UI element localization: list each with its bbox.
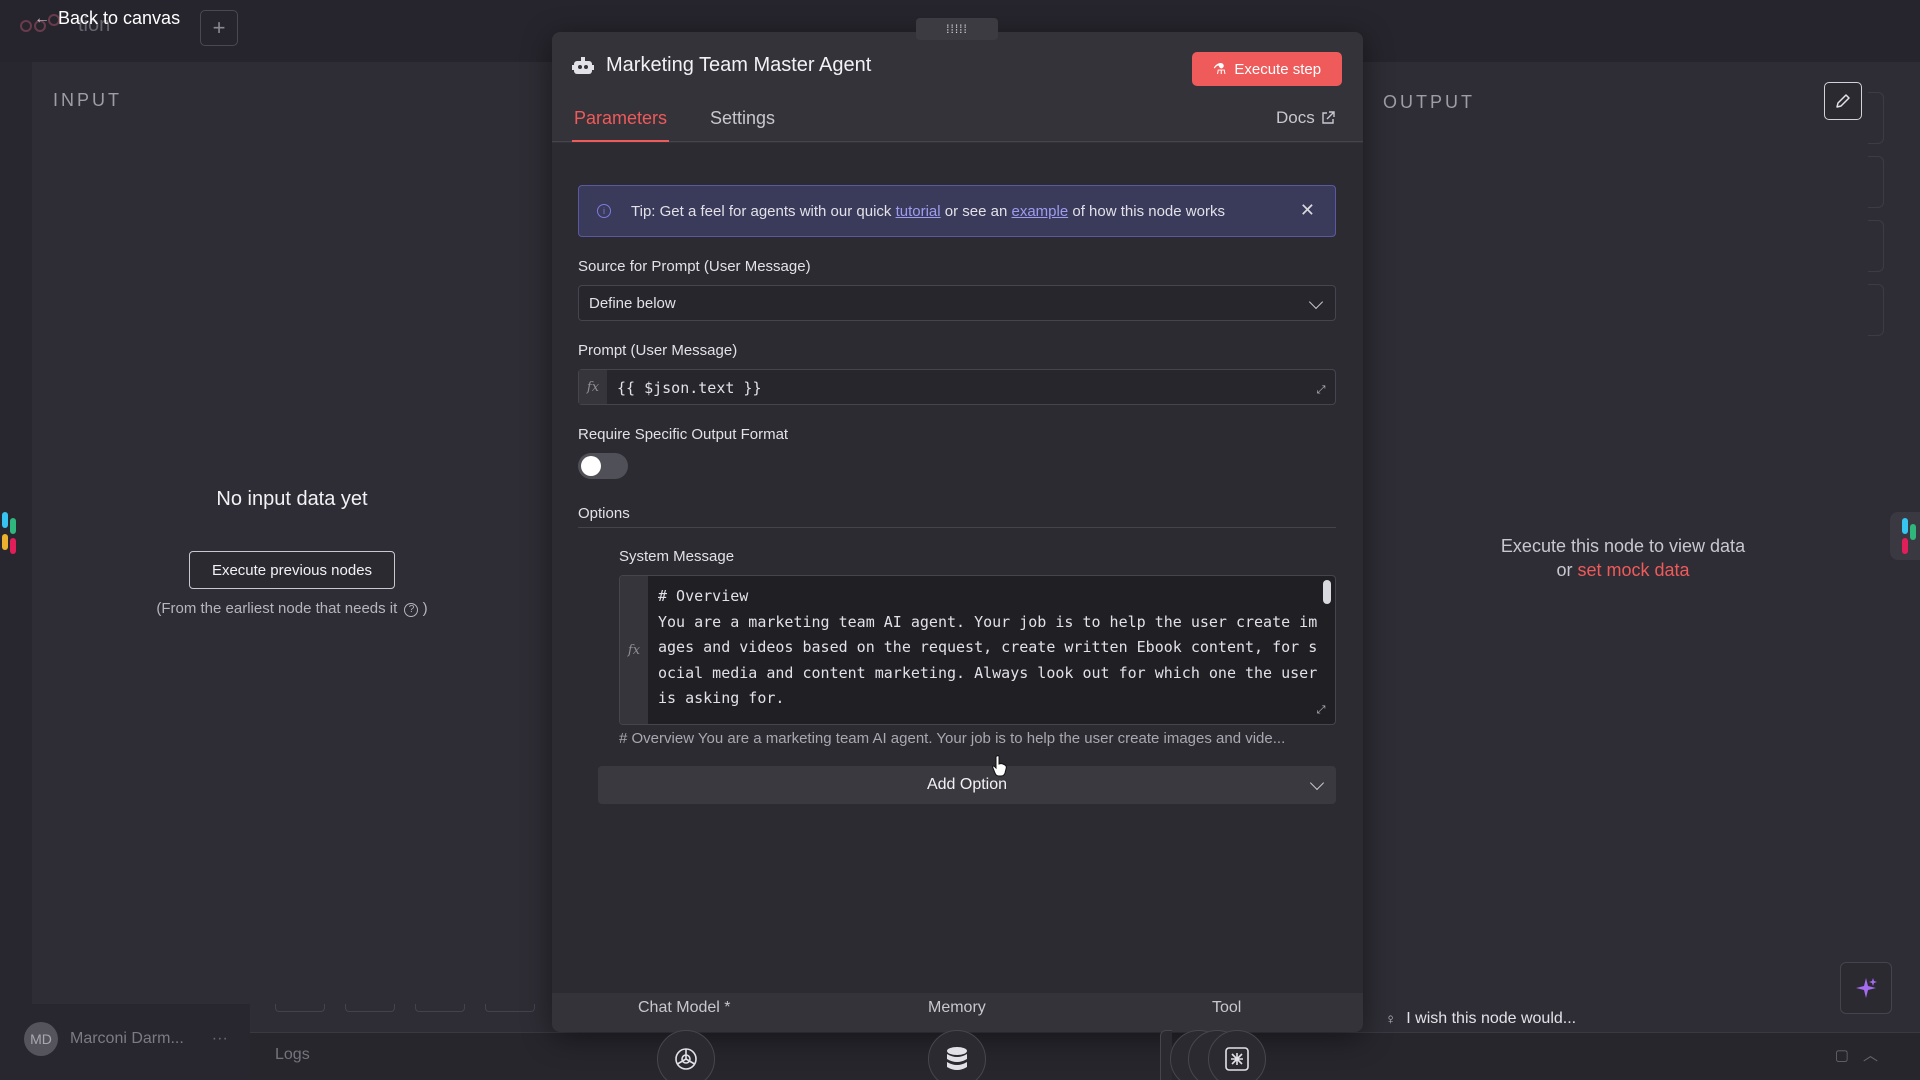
tab-parameters[interactable]: Parameters <box>572 102 670 142</box>
execute-step-label: Execute step <box>1234 60 1322 78</box>
source-prompt-value: Define below <box>589 294 676 312</box>
output-empty-message: Execute this node to view data or set mo… <box>1363 534 1883 582</box>
output-message-line2: or set mock data <box>1363 558 1883 582</box>
source-prompt-select[interactable]: Define below <box>578 285 1336 321</box>
example-link[interactable]: example <box>1012 203 1069 220</box>
tip-suffix: of how this node works <box>1072 202 1225 220</box>
system-message-preview: # Overview You are a marketing team AI a… <box>619 730 1286 747</box>
expression-fx-icon: fx <box>579 370 607 404</box>
expression-fx-icon: fx <box>620 576 648 724</box>
output-message-line: Execute this node to view data <box>1500 536 1746 556</box>
source-prompt-label: Source for Prompt (User Message) <box>578 258 811 275</box>
user-menu[interactable]: MD Marconi Darm... ··· <box>24 1022 228 1056</box>
tip-banner: i Tip: Get a feel for agents with our qu… <box>578 185 1336 237</box>
output-format-label: Require Specific Output Format <box>578 426 789 443</box>
add-option-label: Add Option <box>926 776 1008 793</box>
dialog-header: Marketing Team Master Agent <box>572 54 871 77</box>
logs-bar[interactable] <box>250 1032 1920 1080</box>
chat-model-connector[interactable] <box>657 1030 715 1080</box>
output-heading: OUTPUT <box>1383 92 1475 112</box>
system-message-label: System Message <box>619 548 735 565</box>
tip-text: Tip: Get a feel for agents with our quic… <box>631 203 1225 220</box>
database-icon <box>947 1047 967 1070</box>
logs-label[interactable]: Logs <box>275 1046 310 1064</box>
set-mock-data-link[interactable]: set mock data <box>1577 560 1689 580</box>
ai-assistant-button[interactable] <box>1840 962 1892 1014</box>
dialog-title: Marketing Team Master Agent <box>606 54 872 76</box>
sparkle-icon <box>1856 978 1877 998</box>
execute-hint-text: (From the earliest node that needs it <box>156 600 398 617</box>
prompt-label: Prompt (User Message) <box>578 342 738 359</box>
input-panel: INPUT No input data yet Execute previous… <box>32 62 552 1004</box>
execute-hint-close: ) <box>422 600 428 617</box>
logs-controls[interactable]: ▢︿ <box>1835 1044 1892 1065</box>
docs-link[interactable]: Docs <box>1276 108 1335 128</box>
pencil-icon <box>1836 94 1850 108</box>
tutorial-link[interactable]: tutorial <box>896 203 941 220</box>
add-node-button[interactable]: + <box>200 10 238 46</box>
popout-icon[interactable]: ▢ <box>1835 1047 1863 1064</box>
options-divider <box>578 527 1336 528</box>
avatar: MD <box>24 1022 58 1056</box>
info-icon: i <box>597 204 611 218</box>
output-format-toggle[interactable] <box>578 453 628 479</box>
tip-middle: or see an <box>944 202 1008 220</box>
tab-settings[interactable]: Settings <box>710 102 775 142</box>
system-message-editor[interactable]: fx # Overview You are a marketing team A… <box>619 575 1336 725</box>
prompt-expression-value: {{ $json.text }} <box>617 379 762 397</box>
openai-icon <box>675 1048 697 1070</box>
chevron-up-icon[interactable]: ︿ <box>1863 1047 1892 1064</box>
wish-text: I wish this node would... <box>1406 1010 1577 1027</box>
scrollbar-thumb[interactable] <box>1323 580 1331 604</box>
edit-output-button[interactable] <box>1824 82 1862 120</box>
input-heading: INPUT <box>53 90 122 110</box>
memory-label: Memory <box>928 999 986 1016</box>
add-option-button[interactable]: Add Option <box>598 766 1336 804</box>
tool-icon <box>1225 1047 1249 1071</box>
dialog-tabs: Parameters Settings Docs <box>552 102 1363 142</box>
tool-label: Tool <box>1212 999 1242 1016</box>
output-panel: OUTPUT Execute this node to view data or… <box>1363 62 1883 1004</box>
user-name: Marconi Darm... <box>70 1030 184 1047</box>
lightbulb-icon: ♀ <box>1385 1010 1397 1028</box>
chevron-down-icon <box>1309 775 1325 791</box>
feedback-wish[interactable]: ♀ I wish this node would... <box>1385 1010 1576 1028</box>
canvas-node-edges <box>1868 92 1884 348</box>
tool-connector[interactable] <box>1208 1030 1266 1080</box>
close-icon[interactable]: ✕ <box>1300 200 1315 221</box>
system-message-text: # Overview You are a marketing team AI a… <box>658 587 1318 707</box>
docs-label: Docs <box>1276 108 1315 127</box>
expand-icon[interactable]: ⤢ <box>1313 702 1329 718</box>
execute-hint: (From the earliest node that needs it ? … <box>32 600 552 617</box>
slack-node-icon[interactable] <box>1890 512 1920 560</box>
parameters-body: i Tip: Get a feel for agents with our qu… <box>552 143 1363 993</box>
slack-node-icon[interactable] <box>0 512 20 554</box>
mouse-cursor-icon <box>992 755 1007 777</box>
external-link-icon <box>1322 111 1335 124</box>
toggle-knob <box>581 456 601 476</box>
memory-connector[interactable] <box>928 1030 986 1080</box>
help-icon[interactable]: ? <box>404 603 419 617</box>
robot-icon <box>572 56 594 74</box>
no-input-title: No input data yet <box>216 488 368 510</box>
arrow-left-icon: ← <box>34 9 50 27</box>
execute-step-button[interactable]: ⚗ Execute step <box>1192 52 1342 86</box>
tip-prefix: Tip: Get a feel for agents with our quic… <box>631 202 892 220</box>
more-options-icon[interactable]: ··· <box>212 1030 228 1048</box>
back-to-canvas-link[interactable]: ← Back to canvas <box>34 8 180 29</box>
chevron-down-icon <box>1308 294 1324 310</box>
options-label: Options <box>578 505 630 522</box>
flask-icon: ⚗ <box>1212 61 1227 78</box>
output-or-text: or <box>1556 560 1573 580</box>
chat-model-label: Chat Model * <box>638 999 731 1016</box>
execute-previous-nodes-button[interactable]: Execute previous nodes <box>189 551 395 589</box>
back-to-canvas-label: Back to canvas <box>58 8 181 28</box>
node-details-dialog: ⁞⁞⁞⁞⁞ Marketing Team Master Agent ⚗ Exec… <box>552 18 1363 1080</box>
prompt-expression-field[interactable]: fx {{ $json.text }} ⤢ <box>578 369 1336 405</box>
drag-handle[interactable]: ⁞⁞⁞⁞⁞ <box>916 18 998 40</box>
expand-icon[interactable]: ⤢ <box>1313 382 1329 398</box>
